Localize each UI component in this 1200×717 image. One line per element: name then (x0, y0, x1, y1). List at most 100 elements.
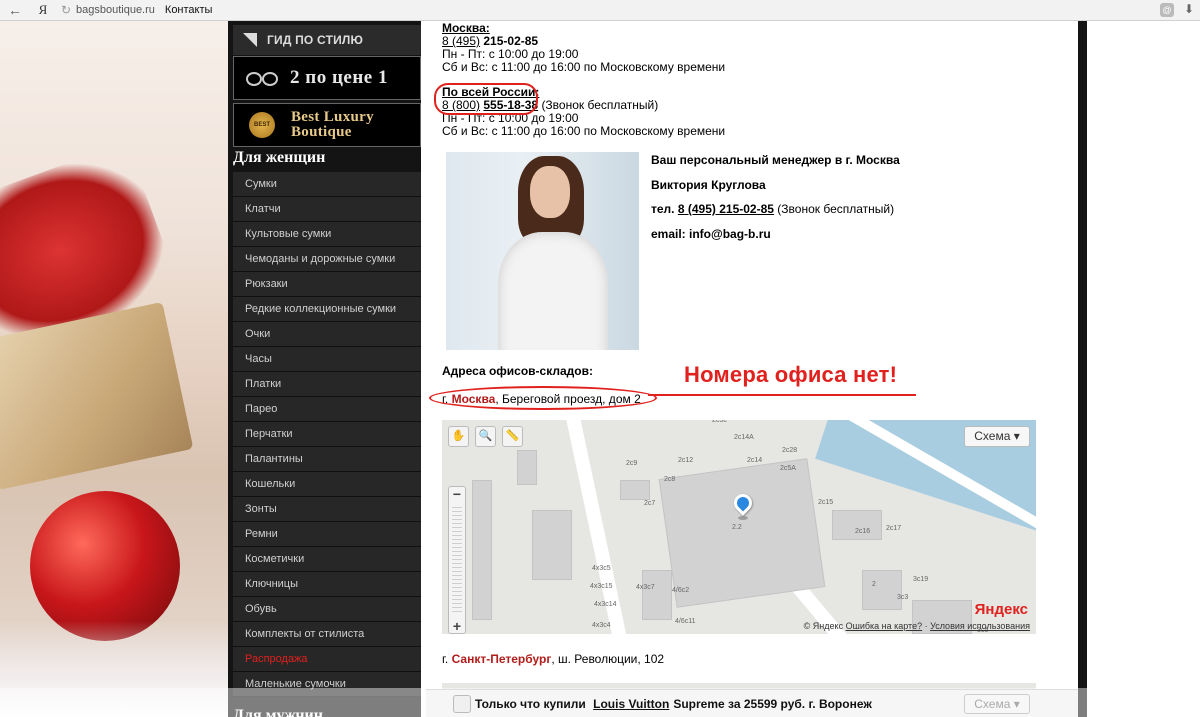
map-type-dropdown-spb[interactable]: Схема ▾ (964, 694, 1030, 714)
map-error-link[interactable]: Ошибка на карте? (846, 621, 923, 631)
best-luxury-boutique-banner[interactable]: BEST Best Luxury Boutique (233, 103, 421, 147)
menu-item-pareo[interactable]: Парео (233, 397, 421, 422)
extension-icon[interactable]: @ (1160, 3, 1174, 17)
offices-heading: Адреса офисов-складов: (442, 364, 593, 378)
magnifier-tool-icon[interactable]: 🔍 (475, 426, 496, 447)
notification-text-before: Только что купили (475, 696, 586, 711)
map-zoom-control: − + (448, 486, 466, 634)
russia-hours-weekend: Сб и Вс: с 11:00 до 16:00 по Московскому… (442, 124, 726, 138)
map-building (658, 458, 826, 608)
seal-icon: BEST (249, 112, 275, 138)
sidebar: ГИД ПО СТИЛЮ 2 по цене 1 BEST Best Luxur… (233, 21, 421, 717)
map-label: 2c5A (780, 465, 796, 472)
yandex-map-logo: Яндекс (974, 601, 1028, 618)
highlight-circle-russia (434, 83, 538, 115)
manager-phone-label: тел. (651, 202, 675, 216)
menu-item-bags[interactable]: Сумки (233, 172, 421, 197)
menu-item-scarves[interactable]: Платки (233, 372, 421, 397)
manager-photo (446, 152, 639, 350)
spb-address: г. Санкт-Петербург, ш. Революции, 102 (442, 652, 664, 666)
map-label: 4/6c11 (675, 618, 696, 625)
menu-item-cosmetic-bags[interactable]: Косметички (233, 547, 421, 572)
map-label: 4x3c7 (636, 584, 655, 591)
manager-phone-note: (Звонок бесплатный) (777, 202, 895, 216)
women-heading: Для женщин (233, 149, 326, 166)
moscow-map[interactable]: 2c9 2c12 2c14A 2c14 2c28 2c5A 2c8 2c7 2c… (442, 420, 1036, 634)
spb-address-prefix: г. (442, 652, 449, 666)
notification-text: Только что купили Louis Vuitton Supreme з… (475, 697, 872, 711)
reload-icon[interactable]: ↻ (56, 3, 76, 17)
annotation-no-office-number: Номера офиса нет! (684, 362, 898, 387)
menu-item-watches[interactable]: Часы (233, 347, 421, 372)
page-title: Контакты (164, 4, 213, 16)
menu-item-key-holders[interactable]: Ключницы (233, 572, 421, 597)
browser-toolbar: ← Я ↻ bagsboutique.ru Контакты @ ⬇ (0, 0, 1200, 21)
menu-item-shoes[interactable]: Обувь (233, 597, 421, 622)
menu-item-umbrellas[interactable]: Зонты (233, 497, 421, 522)
moscow-contacts: Москва: 8 (495) 215-02-85 Пн - Пт: с 10:… (442, 22, 725, 74)
menu-item-cult-bags[interactable]: Культовые сумки (233, 222, 421, 247)
manager-email[interactable]: email: info@bag-b.ru (651, 227, 771, 241)
moscow-phone-code: 8 (495) (442, 34, 481, 48)
men-heading: Для мужчин (233, 707, 323, 717)
best-luxury-text: Best Luxury Boutique (291, 110, 374, 140)
notification-text-after: Supreme за 25599 руб. г. Воронеж (673, 696, 872, 711)
zoom-in-button[interactable]: + (449, 619, 465, 634)
menu-item-clutches[interactable]: Клатчи (233, 197, 421, 222)
best-luxury-line2: Boutique (291, 124, 352, 140)
pin-shadow (738, 516, 748, 520)
menu-item-wallets[interactable]: Кошельки (233, 472, 421, 497)
map-type-dropdown[interactable]: Схема ▾ (964, 426, 1030, 447)
best-luxury-line1: Best Luxury (291, 109, 374, 125)
address-domain[interactable]: bagsboutique.ru (76, 4, 155, 16)
style-guide-link[interactable]: ГИД ПО СТИЛЮ (233, 25, 421, 55)
page-border-right (1078, 21, 1087, 717)
menu-item-glasses[interactable]: Очки (233, 322, 421, 347)
main-content: Москва: 8 (495) 215-02-85 Пн - Пт: с 10:… (426, 21, 1078, 717)
map-terms-link[interactable]: Условия использования (930, 621, 1030, 631)
glasses-icon (246, 68, 278, 88)
zoom-slider[interactable] (452, 507, 462, 613)
map-building (642, 570, 672, 620)
map-label: 2c14A (734, 434, 754, 441)
photo-body (498, 232, 608, 350)
snow-decoration (0, 621, 228, 717)
map-label: 3c19 (913, 576, 929, 583)
manager-phone[interactable]: 8 (495) 215-02-85 (678, 202, 774, 216)
two-for-one-banner[interactable]: 2 по цене 1 (233, 56, 421, 100)
menu-item-backpacks[interactable]: Рюкзаки (233, 272, 421, 297)
spb-address-city[interactable]: Санкт-Петербург (452, 652, 552, 666)
gift-box-decoration (0, 301, 194, 491)
map-building (862, 570, 902, 610)
menu-item-belts[interactable]: Ремни (233, 522, 421, 547)
back-arrow-icon[interactable]: ← (0, 2, 30, 18)
map-label: 2c3c (712, 420, 727, 424)
menu-item-sale[interactable]: Распродажа (233, 647, 421, 672)
menu-item-small-bags[interactable]: Маленькие сумочки (233, 672, 421, 697)
map-label: 2c28 (782, 447, 798, 454)
map-label: 4x3c4 (592, 622, 611, 629)
ruler-tool-icon[interactable]: 📏 (502, 426, 523, 447)
menu-item-gloves[interactable]: Перчатки (233, 422, 421, 447)
zoom-out-button[interactable]: − (449, 487, 465, 503)
menu-item-rare-bags[interactable]: Редкие коллекционные сумки (233, 297, 421, 322)
right-blank-area (1087, 21, 1200, 717)
map-label: 2c9 (626, 460, 638, 467)
menu-item-stoles[interactable]: Палантины (233, 447, 421, 472)
spb-address-street: , ш. Революции, 102 (551, 652, 665, 666)
map-building (472, 480, 492, 620)
map-label: 4x3c15 (590, 583, 613, 590)
hand-tool-icon[interactable]: ✋ (448, 426, 469, 447)
map-label: 2c8 (664, 476, 676, 483)
manager-title: Ваш персональный менеджер в г. Москва (651, 153, 900, 167)
style-guide-label: ГИД ПО СТИЛЮ (267, 33, 364, 47)
download-icon[interactable]: ⬇ (1184, 2, 1194, 16)
map-copyright-text: © Яндекс (803, 621, 844, 631)
menu-item-suitcases[interactable]: Чемоданы и дорожные сумки (233, 247, 421, 272)
map-label: 2.2 (732, 524, 742, 531)
yandex-logo-icon[interactable]: Я (30, 2, 56, 18)
recent-purchase-notification[interactable]: Только что купили Louis Vuitton Supreme з… (426, 689, 1078, 717)
notification-product-link[interactable]: Louis Vuitton (593, 697, 669, 711)
manager-phone-line: тел. 8 (495) 215-02-85 (Звонок бесплатны… (651, 202, 894, 216)
menu-item-stylist-sets[interactable]: Комплекты от стилиста (233, 622, 421, 647)
